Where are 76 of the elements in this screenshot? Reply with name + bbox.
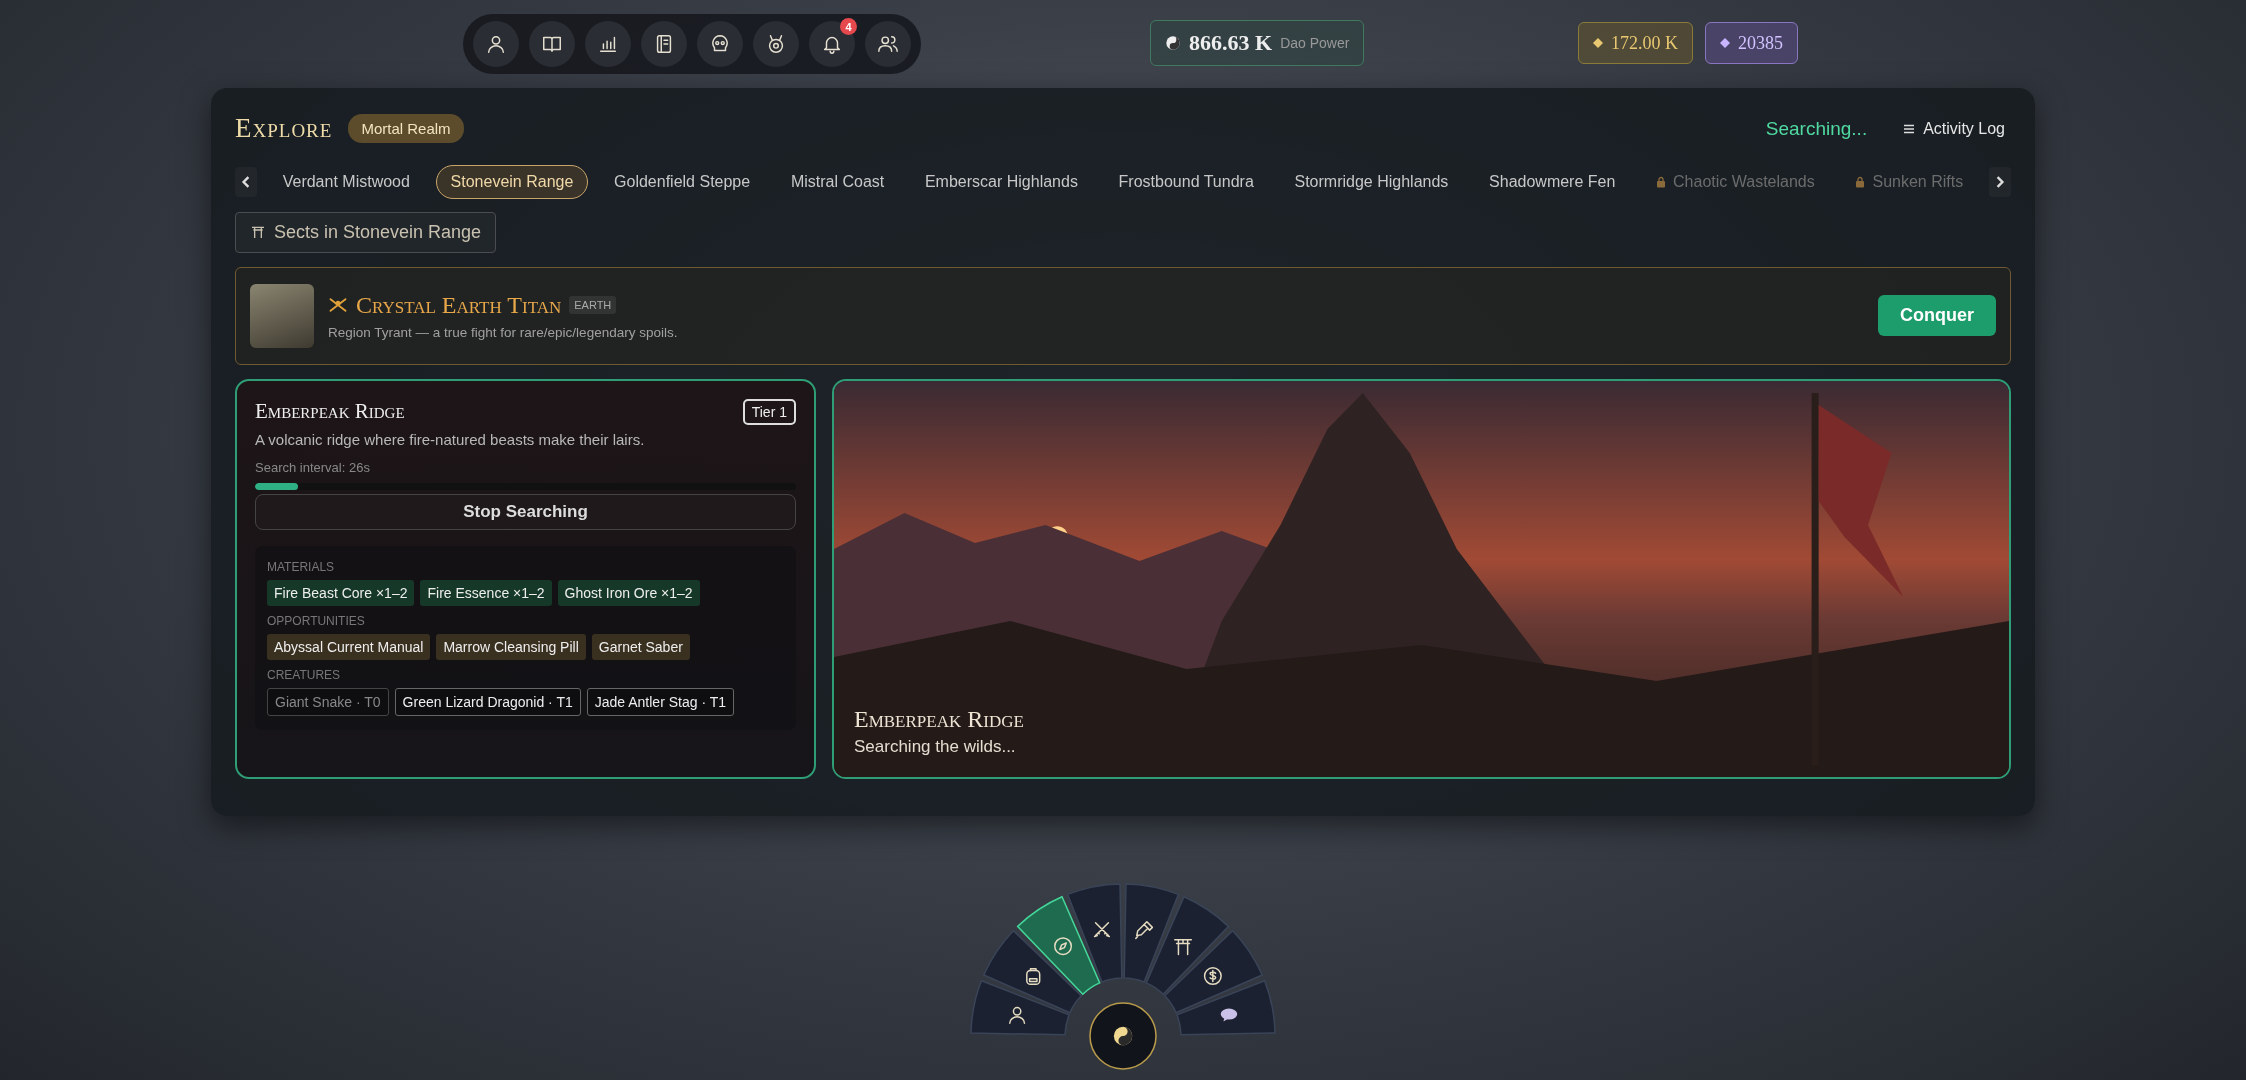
- scroll-left-button[interactable]: [235, 166, 257, 197]
- nav-button[interactable]: [865, 21, 911, 67]
- nav-button[interactable]: [529, 21, 575, 67]
- tier-badge: Tier 1: [742, 398, 796, 425]
- currency-value: 20385: [1738, 32, 1783, 54]
- region-tab[interactable]: Emberscar Highlands: [909, 164, 1093, 199]
- creature-tag: Jade Antler Stag · T1: [586, 687, 734, 716]
- search-status: Searching...: [1765, 117, 1868, 140]
- activity-log-button[interactable]: Activity Log: [1897, 118, 2011, 139]
- element-tag: EARTH: [569, 296, 617, 315]
- nav-button[interactable]: [641, 21, 687, 67]
- center-menu-button[interactable]: [1089, 1002, 1157, 1070]
- radial-menu-item[interactable]: [970, 979, 1070, 1036]
- lock-icon: [1855, 175, 1866, 188]
- scene-subtitle: Searching the wilds...: [854, 736, 1017, 757]
- nav-button[interactable]: [697, 21, 743, 67]
- area-name: Emberpeak Ridge: [255, 399, 405, 425]
- radial-menu-item[interactable]: [1016, 896, 1101, 995]
- scroll-right-button[interactable]: [1988, 166, 2011, 197]
- region-tab[interactable]: Shadowmere Fen: [1474, 164, 1631, 199]
- dao-power-value: 866.63 K: [1189, 30, 1273, 56]
- yin-yang-icon: [1165, 35, 1181, 51]
- lock-icon: [1656, 175, 1667, 188]
- radial-menu-item[interactable]: [1145, 896, 1230, 995]
- boss-portrait: [250, 283, 314, 348]
- section-heading: MATERIALS: [267, 559, 336, 574]
- radial-menu-item[interactable]: [1066, 883, 1123, 983]
- explore-title: Explore: [235, 113, 333, 145]
- region-tab[interactable]: Mistral Coast: [775, 164, 900, 199]
- opportunity-tag: Abyssal Current Manual: [267, 633, 431, 660]
- region-tab[interactable]: Goldenfield Steppe: [599, 164, 766, 199]
- creature-tag: Giant Snake · T0: [267, 687, 389, 716]
- region-tab[interactable]: Stormridge Highlands: [1279, 164, 1464, 199]
- diamond-icon: [1593, 38, 1603, 48]
- notification-badge: 4: [840, 18, 857, 35]
- scene-title: Emberpeak Ridge: [854, 705, 1024, 733]
- opportunity-tag: Garnet Saber: [591, 633, 690, 660]
- torii-gate-icon: [250, 224, 266, 241]
- backpack-icon: [1026, 967, 1041, 986]
- nav-button[interactable]: [473, 21, 519, 67]
- compass-icon: [1054, 937, 1073, 956]
- section-heading: CREATURES: [267, 667, 342, 682]
- sects-button[interactable]: Sects in Stonevein Range: [235, 211, 497, 253]
- region-tab[interactable]: Verdant Mistwood: [267, 164, 425, 199]
- section-heading: OPPORTUNITIES: [267, 613, 366, 628]
- realm-badge: Mortal Realm: [348, 114, 464, 144]
- search-interval: Search interval: 26s: [255, 459, 371, 475]
- stop-searching-button[interactable]: Stop Searching: [255, 493, 796, 530]
- material-tag: Fire Beast Core ×1–2: [267, 579, 415, 606]
- nav-button[interactable]: [753, 21, 799, 67]
- material-tag: Ghost Iron Ore ×1–2: [557, 579, 700, 606]
- opportunity-tag: Marrow Cleansing Pill: [436, 633, 586, 660]
- boss-description: Region Tyrant — a true fight for rare/epic/legendary spoils.: [328, 324, 678, 340]
- coin-icon: [1203, 967, 1222, 986]
- chat-icon: [1220, 1008, 1238, 1022]
- region-tab[interactable]: Stonevein Range: [435, 164, 589, 199]
- radial-menu-item[interactable]: [983, 929, 1082, 1014]
- region-tab[interactable]: Frostbound Tundra: [1103, 164, 1269, 199]
- nav-button[interactable]: 4: [809, 21, 855, 67]
- dao-power-label: Dao Power: [1280, 35, 1350, 51]
- person-icon: [485, 33, 507, 55]
- people-icon: [877, 33, 899, 55]
- material-tag: Fire Essence ×1–2: [420, 579, 552, 606]
- radial-menu-item[interactable]: [1164, 929, 1263, 1014]
- radial-menu-item[interactable]: [1176, 979, 1276, 1036]
- person-icon: [1009, 1006, 1026, 1024]
- currency-value: 172.00 K: [1611, 32, 1678, 54]
- diamond-icon: [1720, 38, 1730, 48]
- list-icon: [1903, 123, 1916, 134]
- boss-name: Crystal Earth Titan: [356, 291, 562, 319]
- torii-icon: [1174, 939, 1193, 956]
- creature-tag: Green Lizard Dragonid · T1: [394, 687, 581, 716]
- yin-yang-icon: [1113, 1026, 1133, 1046]
- area-description: A volcanic ridge where fire-natured beasts make their lairs.: [255, 430, 646, 448]
- swords-icon: [1093, 922, 1111, 938]
- nav-button[interactable]: [585, 21, 631, 67]
